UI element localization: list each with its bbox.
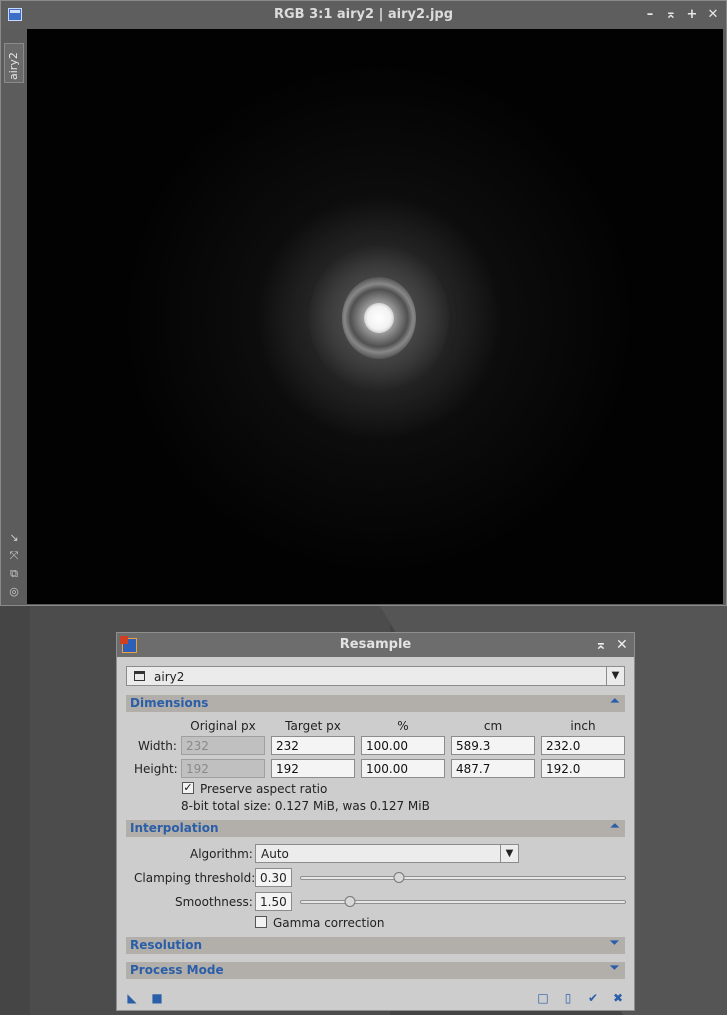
section-label: Dimensions [130, 696, 209, 710]
fit-icon[interactable]: ⤧ [7, 549, 21, 563]
dialog-bottom-bar: ◣ ■ □ ▯ ✔ ✖ [117, 986, 634, 1010]
section-interpolation[interactable]: Interpolation ⏶ [126, 819, 625, 837]
width-percent-field[interactable]: 100.00 [361, 736, 445, 755]
zoom-icon[interactable]: ↘ [7, 531, 21, 545]
column-header: Target px [285, 719, 341, 733]
clamping-label: Clamping threshold: [134, 871, 256, 885]
view-selector[interactable]: airy2 ▼ [126, 666, 625, 686]
width-cm-field[interactable]: 589.3 [451, 736, 535, 755]
window-icon [134, 671, 145, 681]
image-canvas[interactable] [27, 29, 723, 604]
column-header: Original px [190, 719, 256, 733]
collapse-icon[interactable]: ⏶ [610, 694, 619, 708]
close-icon[interactable]: ✕ [705, 7, 721, 23]
apply-icon[interactable]: ✔ [587, 992, 599, 1004]
slider-handle[interactable] [344, 896, 356, 907]
expand-icon[interactable]: ⏷ [610, 936, 619, 950]
section-label: Resolution [130, 938, 203, 952]
apply-global-icon[interactable]: ■ [151, 992, 163, 1004]
height-cm-field[interactable]: 487.7 [451, 759, 535, 778]
preserve-aspect-checkbox[interactable]: ✓ [182, 782, 194, 794]
maximize-icon[interactable]: + [684, 7, 700, 23]
height-inch-field[interactable]: 192.0 [541, 759, 625, 778]
image-window-title: RGB 3:1 airy2 | airy2.jpg [273, 7, 454, 22]
preview-icon[interactable]: □ [537, 992, 549, 1004]
section-label: Process Mode [130, 963, 224, 977]
target-icon[interactable]: ◎ [7, 585, 21, 599]
clamping-slider[interactable] [300, 872, 626, 883]
cancel-icon[interactable]: ✖ [612, 992, 624, 1004]
preserve-aspect-label: Preserve aspect ratio [200, 782, 328, 796]
view-tab-label: airy2 [7, 52, 20, 80]
gamma-correction-label: Gamma correction [273, 916, 385, 930]
clone-icon[interactable]: ⧉ [7, 567, 21, 581]
smoothness-input[interactable]: 1.50 [255, 892, 292, 911]
column-header: inch [570, 719, 596, 733]
algorithm-label: Algorithm: [190, 847, 253, 861]
height-label: Height: [134, 762, 178, 776]
slider-handle[interactable] [393, 872, 405, 883]
gamma-correction-checkbox[interactable] [255, 916, 267, 928]
height-percent-field[interactable]: 100.00 [361, 759, 445, 778]
image-window: RGB 3:1 airy2 | airy2.jpg – ⌅ + ✕ airy2 … [0, 0, 727, 606]
view-selector-value: airy2 [154, 670, 185, 684]
dialog-titlebar[interactable]: Resample ⌅ ✕ [117, 633, 634, 657]
height-original-field: 192 [181, 759, 265, 778]
resample-dialog: Resample ⌅ ✕ airy2 ▼ Dimensions ⏶ Origin… [116, 632, 635, 1011]
total-size-text: 8-bit total size: 0.127 MiB, was 0.127 M… [181, 799, 430, 813]
section-process-mode[interactable]: Process Mode ⏷ [126, 961, 625, 979]
smoothness-slider[interactable] [300, 896, 626, 907]
width-inch-field[interactable]: 232.0 [541, 736, 625, 755]
smoothness-label: Smoothness: [175, 895, 253, 909]
width-label: Width: [138, 739, 177, 753]
chevron-down-icon[interactable]: ▼ [606, 667, 624, 685]
section-dimensions[interactable]: Dimensions ⏶ [126, 694, 625, 712]
shade-icon[interactable]: ⌅ [663, 7, 679, 23]
algorithm-select[interactable]: Auto ▼ [255, 844, 519, 863]
reset-icon[interactable]: ▯ [562, 992, 574, 1004]
column-header: cm [483, 719, 503, 733]
section-resolution[interactable]: Resolution ⏷ [126, 936, 625, 954]
expand-icon[interactable]: ⏷ [610, 961, 619, 975]
section-label: Interpolation [130, 821, 219, 835]
minimize-icon[interactable]: – [642, 7, 658, 23]
close-icon[interactable]: ✕ [616, 637, 628, 653]
width-target-field[interactable]: 232 [271, 736, 355, 755]
side-icon-bar: ↘ ⤧ ⧉ ◎ [7, 531, 23, 603]
column-header: % [397, 719, 409, 733]
collapse-icon[interactable]: ⏶ [610, 819, 619, 833]
width-original-field: 232 [181, 736, 265, 755]
view-tab[interactable]: airy2 [4, 43, 24, 83]
algorithm-value: Auto [261, 847, 289, 861]
dialog-title: Resample [339, 637, 412, 652]
image-window-titlebar[interactable]: RGB 3:1 airy2 | airy2.jpg – ⌅ + ✕ [1, 1, 726, 29]
chevron-down-icon[interactable]: ▼ [500, 845, 518, 862]
clamping-input[interactable]: 0.30 [255, 868, 292, 887]
new-instance-icon[interactable]: ◣ [126, 992, 138, 1004]
shade-icon[interactable]: ⌅ [595, 637, 607, 653]
height-target-field[interactable]: 192 [271, 759, 355, 778]
